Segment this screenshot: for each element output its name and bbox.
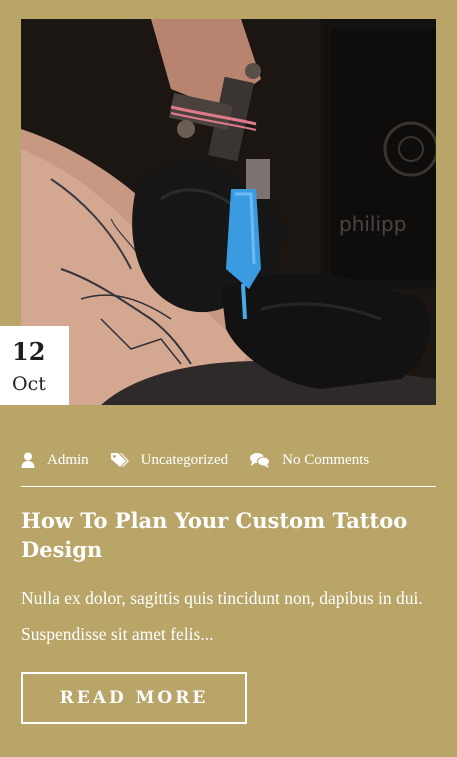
author-name[interactable]: Admin bbox=[47, 452, 89, 469]
comments-link[interactable]: No Comments bbox=[282, 452, 369, 469]
meta-divider bbox=[21, 486, 436, 487]
read-more-button[interactable]: READ MORE bbox=[21, 672, 247, 724]
post-meta: Admin Uncategorized No Comments bbox=[21, 448, 391, 472]
date-month: Oct bbox=[12, 373, 46, 395]
post-featured-image[interactable]: philipp bbox=[21, 19, 436, 405]
meta-category[interactable]: Uncategorized bbox=[110, 452, 228, 469]
tags-icon bbox=[110, 452, 129, 468]
blog-post-card: philipp 12 Oct Admin Uncategorized No Co… bbox=[0, 0, 457, 757]
svg-text:philipp: philipp bbox=[339, 212, 406, 236]
post-date-badge: 12 Oct bbox=[0, 326, 69, 405]
post-excerpt: Nulla ex dolor, sagittis quis tincidunt … bbox=[21, 588, 423, 644]
post-title[interactable]: How To Plan Your Custom Tattoo Design bbox=[21, 506, 436, 564]
meta-comments[interactable]: No Comments bbox=[250, 452, 369, 469]
date-day: 12 bbox=[12, 337, 46, 366]
tattoo-photo: philipp bbox=[21, 19, 436, 405]
comments-icon bbox=[250, 452, 271, 468]
user-icon bbox=[21, 452, 35, 468]
category-link[interactable]: Uncategorized bbox=[141, 452, 228, 469]
meta-author[interactable]: Admin bbox=[21, 452, 89, 469]
